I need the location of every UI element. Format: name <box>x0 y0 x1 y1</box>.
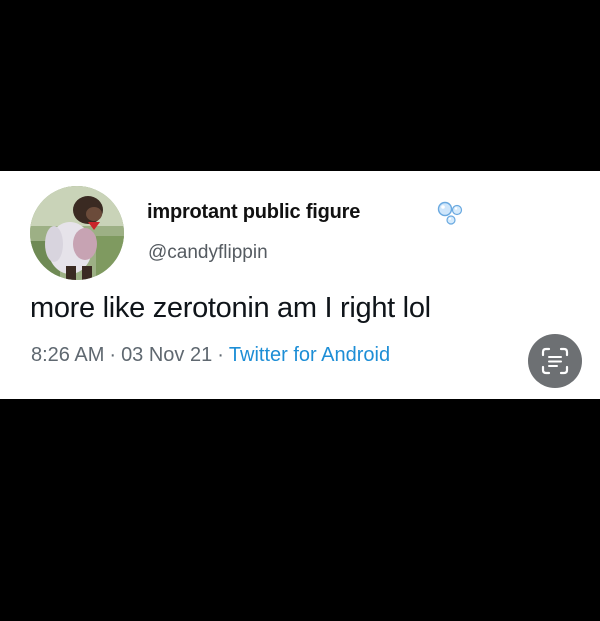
tweet-source-link[interactable]: Twitter for Android <box>229 344 390 366</box>
tweet-time[interactable]: 8:26 AM <box>31 344 104 366</box>
meta-separator: · <box>217 344 224 366</box>
avatar[interactable] <box>30 186 124 280</box>
tweet-text: more like zerotonin am I right lol <box>30 292 431 324</box>
tweet-date[interactable]: 03 Nov 21 <box>121 344 212 366</box>
user-handle[interactable]: @candyflippin <box>148 242 268 264</box>
bubbles-icon <box>433 199 465 227</box>
tweet-card: improtant public figure @candyflippin mo… <box>0 171 600 399</box>
lens-scan-icon <box>541 347 569 375</box>
meta-separator: · <box>109 344 117 366</box>
display-name[interactable]: improtant public figure <box>147 201 360 224</box>
lens-scan-button[interactable] <box>528 334 582 388</box>
tweet-meta: 8:26 AM · 03 Nov 21 · Twitter for Android <box>31 344 390 367</box>
monkey-avatar-image <box>30 186 124 280</box>
